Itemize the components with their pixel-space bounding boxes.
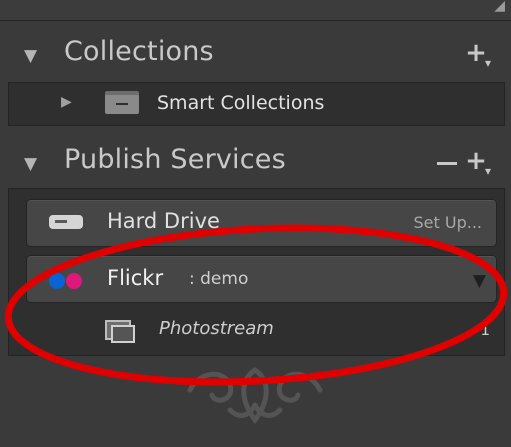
flickr-account-label: : demo — [189, 269, 249, 289]
photostream-collection-icon — [105, 320, 135, 343]
set-up-link[interactable]: Set Up... — [414, 213, 482, 232]
collections-list: ▶ Smart Collections — [8, 82, 505, 126]
add-collection-button[interactable]: +▾ — [465, 38, 493, 70]
flickr-service[interactable]: Flickr : demo ▼ — [26, 255, 497, 303]
publish-services-header[interactable]: ▼ Publish Services +▾ — [8, 140, 503, 184]
collections-title: Collections — [64, 36, 214, 67]
smart-collections-item[interactable]: ▶ Smart Collections — [9, 83, 502, 125]
service-menu-triangle-icon[interactable]: ▼ — [473, 271, 486, 291]
add-service-button[interactable]: +▾ — [465, 146, 493, 178]
panel-end-ornament-icon — [187, 367, 323, 425]
flickr-logo-icon — [49, 273, 65, 289]
photostream-label: Photostream — [159, 318, 274, 339]
smart-collection-folder-icon — [105, 91, 139, 114]
photostream-item[interactable]: Photostream 1 — [9, 309, 502, 351]
panel-corner-icon: ◢ — [494, 0, 505, 14]
photostream-count: 1 — [480, 321, 490, 339]
smart-collections-label: Smart Collections — [157, 92, 325, 114]
hard-drive-icon — [49, 215, 83, 229]
flickr-logo-pink-dot — [66, 273, 82, 289]
remove-service-button[interactable] — [437, 162, 457, 165]
hard-drive-service[interactable]: Hard Drive Set Up... — [26, 199, 497, 247]
flickr-label: Flickr — [107, 266, 164, 290]
panel-top-edge: ◢ — [0, 0, 511, 21]
hard-drive-label: Hard Drive — [107, 209, 220, 233]
expand-triangle-icon[interactable]: ▶ — [61, 94, 72, 110]
publish-services-title: Publish Services — [64, 144, 286, 175]
publish-services-list: Hard Drive Set Up... Flickr : demo ▼ Pho… — [8, 188, 505, 356]
collapse-triangle-icon[interactable]: ▼ — [24, 154, 37, 174]
collapse-triangle-icon[interactable]: ▼ — [24, 46, 37, 66]
collections-header[interactable]: ▼ Collections +▾ — [8, 32, 503, 76]
